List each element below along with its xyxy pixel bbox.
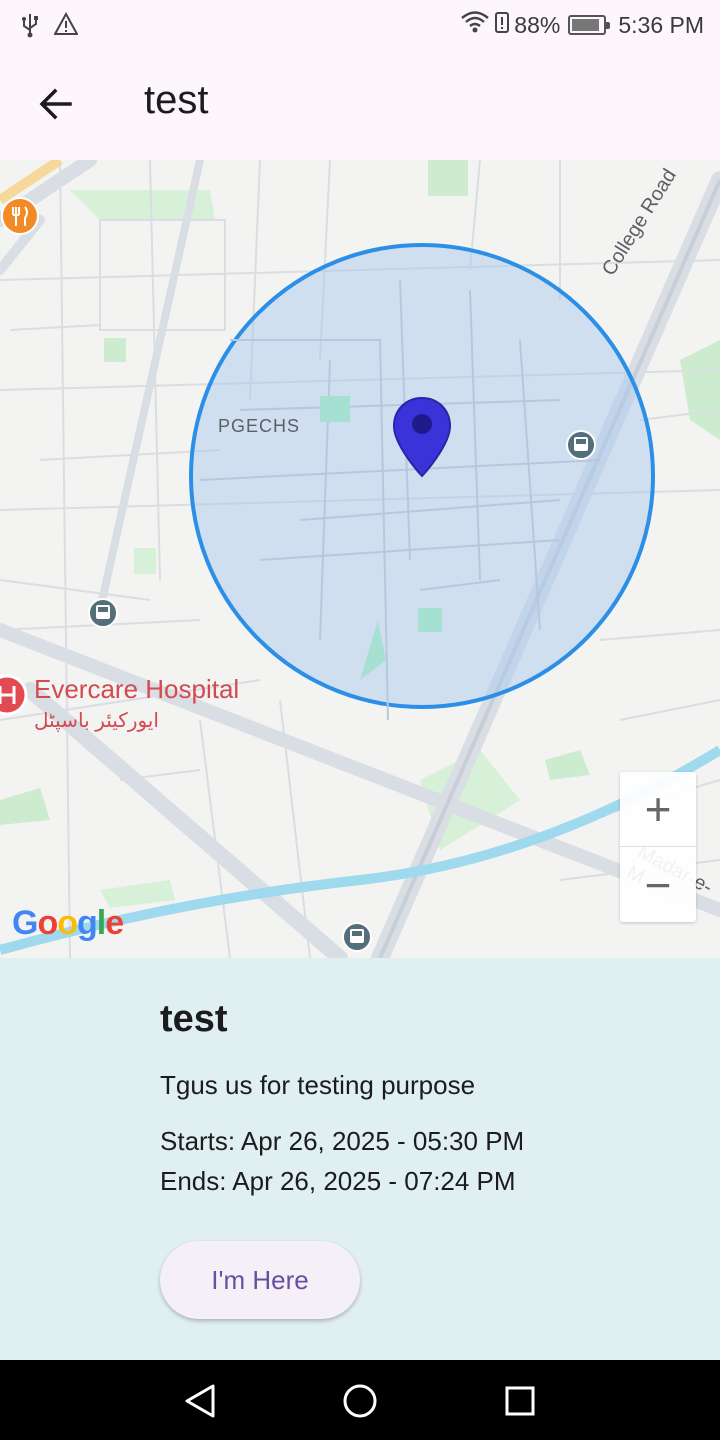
hospital-icon[interactable] bbox=[0, 674, 28, 725]
map-view[interactable]: PGECHS Evercare Hospital ایورکیئر باسپٹل… bbox=[0, 160, 720, 958]
location-marker-icon[interactable] bbox=[392, 396, 452, 483]
bus-stop-icon[interactable] bbox=[88, 598, 118, 633]
area-label: PGECHS bbox=[218, 416, 301, 436]
battery-icon bbox=[568, 15, 611, 35]
clock: 5:36 PM bbox=[618, 11, 704, 38]
wifi-icon bbox=[460, 10, 490, 40]
zoom-out-button[interactable]: − bbox=[620, 847, 696, 922]
recents-square-icon bbox=[505, 1386, 535, 1416]
zoom-in-button[interactable]: + bbox=[620, 772, 696, 847]
nav-back-button[interactable] bbox=[175, 1376, 225, 1426]
bus-stop-icon[interactable] bbox=[566, 430, 596, 465]
hospital-label: Evercare Hospital bbox=[34, 674, 240, 704]
back-triangle-icon bbox=[185, 1384, 215, 1418]
nav-recents-button[interactable] bbox=[495, 1376, 545, 1426]
hospital-label-urdu: ایورکیئر باسپٹل bbox=[34, 710, 159, 732]
event-end-time: Ends: Apr 26, 2025 - 07:24 PM bbox=[160, 1166, 516, 1196]
battery-percent: 88% bbox=[514, 11, 561, 38]
event-title: test bbox=[160, 998, 228, 1040]
event-info-panel: test Tgus us for testing purpose Starts:… bbox=[0, 958, 720, 1360]
arrow-left-icon bbox=[39, 88, 72, 120]
back-button[interactable] bbox=[26, 74, 86, 134]
bus-stop-icon[interactable] bbox=[342, 922, 372, 957]
warning-icon bbox=[53, 11, 79, 43]
zoom-controls: + − bbox=[620, 772, 696, 922]
home-circle-icon bbox=[343, 1384, 377, 1418]
google-logo: Google bbox=[12, 904, 124, 942]
page-title: test bbox=[144, 78, 209, 122]
system-nav-bar bbox=[0, 1360, 720, 1440]
im-here-button[interactable]: I'm Here bbox=[160, 1241, 360, 1319]
restaurant-icon[interactable] bbox=[0, 196, 40, 238]
nav-home-button[interactable] bbox=[335, 1376, 385, 1426]
app-bar: test bbox=[0, 50, 720, 160]
event-description: Tgus us for testing purpose bbox=[160, 1070, 476, 1100]
event-start-time: Starts: Apr 26, 2025 - 05:30 PM bbox=[160, 1126, 525, 1156]
map-tiles bbox=[0, 160, 720, 958]
usb-icon bbox=[20, 12, 40, 43]
status-bar: 88% 5:36 PM bbox=[0, 0, 720, 50]
battery-alert-icon bbox=[494, 10, 510, 40]
